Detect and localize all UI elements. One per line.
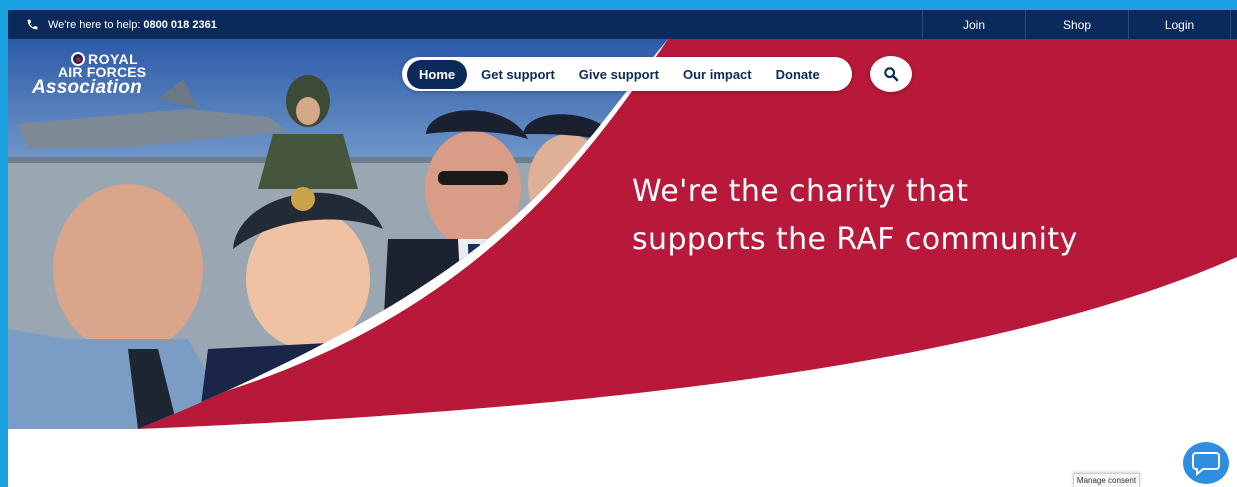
help-line[interactable]: We're here to help: 0800 018 2361 <box>26 10 217 39</box>
page-frame: We're here to help: 0800 018 2361 Join S… <box>8 10 1237 487</box>
phone-icon <box>27 19 38 30</box>
raf-association-logo[interactable]: ROYAL AIR FORCES Association <box>30 49 160 99</box>
nav-our-impact[interactable]: Our impact <box>683 67 752 82</box>
top-utility-bar: We're here to help: 0800 018 2361 Join S… <box>8 10 1237 39</box>
join-link[interactable]: Join <box>922 10 1025 39</box>
nav-donate[interactable]: Donate <box>776 67 820 82</box>
nav-give-support[interactable]: Give support <box>579 67 659 82</box>
search-button[interactable] <box>870 56 912 92</box>
chat-launcher-button[interactable] <box>1183 442 1229 484</box>
chat-bubble-icon <box>1192 452 1220 476</box>
main-navigation: Home Get support Give support Our impact… <box>402 57 852 91</box>
hero-headline: We're the charity that supports the RAF … <box>632 168 1078 264</box>
search-icon <box>884 67 899 82</box>
help-phone-number[interactable]: 0800 018 2361 <box>143 19 216 31</box>
nav-get-support[interactable]: Get support <box>481 67 555 82</box>
help-text: We're here to help: <box>48 18 141 31</box>
nav-home[interactable]: Home <box>407 59 468 89</box>
headline-line-1: We're the charity that <box>632 174 969 209</box>
login-link[interactable]: Login <box>1128 10 1231 39</box>
utility-links: Join Shop Login <box>922 10 1231 39</box>
logo-line-3: Association <box>32 77 142 98</box>
shop-link[interactable]: Shop <box>1025 10 1128 39</box>
manage-consent-tab[interactable]: Manage consent <box>1073 473 1140 487</box>
headline-line-2: supports the RAF community <box>632 222 1078 257</box>
